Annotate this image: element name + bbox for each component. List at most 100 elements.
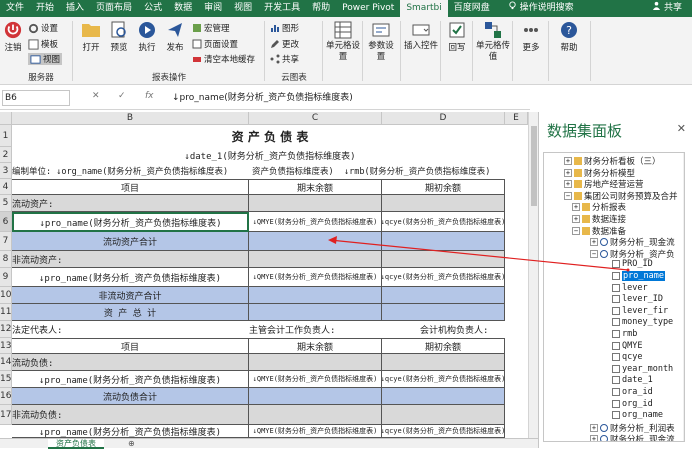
expand-toggle-icon[interactable]: + xyxy=(564,168,572,177)
tab-page-layout[interactable]: 页面布局 xyxy=(90,0,138,17)
expand-toggle-icon[interactable]: + xyxy=(564,180,572,189)
cell-settings-button[interactable]: 单元格设置 xyxy=(326,21,360,63)
tree-field-item[interactable]: org_name xyxy=(612,410,663,420)
tree-folder-item[interactable]: + 财务分析看板（三） xyxy=(564,155,661,167)
tab-smartbi[interactable]: Smartbi xyxy=(400,0,448,17)
expand-toggle-icon[interactable]: + xyxy=(590,423,598,432)
view-button[interactable]: 视图 xyxy=(28,53,63,65)
pro-name-cell[interactable]: ↓pro_name(财务分析_资产负债指标维度表) xyxy=(12,425,249,438)
tree-folder-item[interactable]: + 财务分析模型 xyxy=(564,167,635,179)
header-item[interactable]: 项目 xyxy=(12,179,249,195)
row-header[interactable]: 9 xyxy=(0,268,12,287)
tree-field-item[interactable]: PRO_ID xyxy=(612,259,653,269)
accounting-org-cell[interactable]: 会计机构负责人: xyxy=(420,321,520,338)
noncurrent-liabilities-heading[interactable]: 非流动负债: xyxy=(12,405,249,425)
qcye-cell[interactable]: ↓qcye(财务分析_资产负债指标维度表) xyxy=(382,371,505,388)
table-cell[interactable] xyxy=(249,304,382,321)
table-cell[interactable] xyxy=(382,405,505,425)
column-header-e[interactable]: E xyxy=(505,112,528,125)
expand-toggle-icon[interactable]: − xyxy=(590,249,598,258)
table-cell[interactable] xyxy=(382,232,505,251)
current-liabilities-heading[interactable]: 流动负债: xyxy=(12,354,249,371)
enter-icon[interactable]: ✓ xyxy=(118,91,126,101)
cell-pass-value-button[interactable]: 单元格传值 xyxy=(476,21,510,63)
row-header[interactable]: 1 xyxy=(0,125,12,147)
header-begin-balance[interactable]: 期初余额 xyxy=(382,179,505,195)
help-button[interactable]: ? 帮助 xyxy=(556,21,582,53)
tree-dataset-item[interactable]: + 财务分析_现金流 xyxy=(590,433,675,441)
tree-field-item[interactable]: year_month xyxy=(612,364,673,374)
tree-field-item[interactable]: qcye xyxy=(612,352,642,362)
column-header-d[interactable]: D xyxy=(382,112,505,125)
row-header[interactable]: 6 xyxy=(0,212,12,232)
insert-control-button[interactable]: 插入控件 xyxy=(404,21,438,52)
row-header[interactable]: 3 xyxy=(0,163,12,179)
expand-toggle-icon[interactable]: + xyxy=(564,157,572,165)
tree-field-item[interactable]: org_id xyxy=(612,399,653,409)
more-button[interactable]: 更多 xyxy=(518,21,544,53)
table-cell[interactable] xyxy=(382,251,505,268)
expand-toggle-icon[interactable]: − xyxy=(564,191,572,200)
table-cell[interactable] xyxy=(382,195,505,212)
row-header[interactable]: 2 xyxy=(0,147,12,163)
scrollbar-thumb[interactable] xyxy=(531,126,537,206)
qmye-cell[interactable]: ↓QMYE(财务分析_资产负债指标维度表) xyxy=(249,268,382,287)
currency-cell[interactable]: ↓rmb(财务分析_资产负债指标维度表) xyxy=(344,163,528,179)
template-button[interactable]: 模板 xyxy=(28,38,58,50)
org-unit-cell[interactable]: 编制单位: ↓org_name(财务分析_资产负债指标维度表) xyxy=(12,163,252,179)
row-header[interactable]: 12 xyxy=(0,321,12,338)
tree-folder-item[interactable]: + 房地产经营运营 xyxy=(564,178,644,190)
accounting-head-cell[interactable]: 主管会计工作负责人: xyxy=(249,321,409,338)
share-cloud-button[interactable]: 共享 xyxy=(270,53,299,65)
selected-pro-name-cell[interactable]: ↓pro_name(财务分析_资产负债指标维度表) xyxy=(12,212,249,232)
noncurrent-assets-total[interactable]: 非流动资产合计 xyxy=(12,287,249,304)
pro-name-cell[interactable]: ↓pro_name(财务分析_资产负债指标维度表) xyxy=(12,371,249,388)
name-box[interactable]: B6 xyxy=(2,90,70,106)
tab-file[interactable]: 文件 xyxy=(0,0,30,17)
row-header[interactable]: 13 xyxy=(0,338,12,354)
qcye-cell[interactable]: ↓qcye(财务分析_资产负债指标维度表) xyxy=(382,425,505,438)
publish-button[interactable]: 发布 xyxy=(162,21,188,53)
function-icon[interactable]: fx xyxy=(145,91,154,101)
column-header-c[interactable]: C xyxy=(249,112,382,125)
tab-insert[interactable]: 插入 xyxy=(60,0,90,17)
tree-field-item[interactable]: lever xyxy=(612,283,648,293)
legal-representative-cell[interactable]: 法定代表人: xyxy=(12,321,249,338)
cancel-icon[interactable]: ✕ xyxy=(92,91,100,101)
row-header[interactable]: 8 xyxy=(0,251,12,268)
table-cell[interactable] xyxy=(382,354,505,371)
tree-field-item[interactable]: lever_ID xyxy=(612,294,663,304)
header-begin-balance[interactable]: 期初余额 xyxy=(382,338,505,354)
table-cell[interactable] xyxy=(249,405,382,425)
table-cell[interactable] xyxy=(249,287,382,304)
tab-review[interactable]: 审阅 xyxy=(198,0,228,17)
close-icon[interactable]: ✕ xyxy=(677,122,686,135)
report-title[interactable]: 资 产 负 债 表 xyxy=(12,125,528,147)
tab-home[interactable]: 开始 xyxy=(30,0,60,17)
change-button[interactable]: 更改 xyxy=(270,38,299,50)
expand-toggle-icon[interactable]: + xyxy=(572,203,580,212)
execute-button[interactable]: 执行 xyxy=(134,21,160,53)
current-assets-heading[interactable]: 流动资产: xyxy=(12,195,249,212)
noncurrent-assets-heading[interactable]: 非流动资产: xyxy=(12,251,249,268)
row-header[interactable]: 5 xyxy=(0,195,12,212)
tree-folder-item[interactable]: + 数据连接 xyxy=(572,213,626,225)
expand-toggle-icon[interactable]: − xyxy=(572,226,580,235)
current-assets-total[interactable]: 流动资产合计 xyxy=(12,232,249,251)
tab-view[interactable]: 视图 xyxy=(228,0,258,17)
tree-folder-item[interactable]: + 分析报表 xyxy=(572,201,626,213)
tree-folder-item[interactable]: − 数据准备 xyxy=(572,225,626,237)
logout-button[interactable]: 注销 xyxy=(2,21,24,53)
tree-field-item[interactable]: date_1 xyxy=(612,375,653,385)
tree-field-item[interactable]: ora_id xyxy=(612,387,653,397)
current-liabilities-total[interactable]: 流动负债合计 xyxy=(12,388,249,405)
settings-button[interactable]: 设置 xyxy=(28,22,58,34)
table-cell[interactable] xyxy=(249,195,382,212)
row-header[interactable]: 14 xyxy=(0,354,12,371)
pro-name-cell[interactable]: ↓pro_name(财务分析_资产负债指标维度表) xyxy=(12,268,249,287)
clear-cache-button[interactable]: 清空本地缓存 xyxy=(192,53,255,65)
share-button[interactable]: 共享 xyxy=(646,0,688,17)
header-item[interactable]: 项目 xyxy=(12,338,249,354)
row-header[interactable]: 17 xyxy=(0,405,12,425)
qmye-cell[interactable]: ↓QMYE(财务分析_资产负债指标维度表) xyxy=(249,371,382,388)
